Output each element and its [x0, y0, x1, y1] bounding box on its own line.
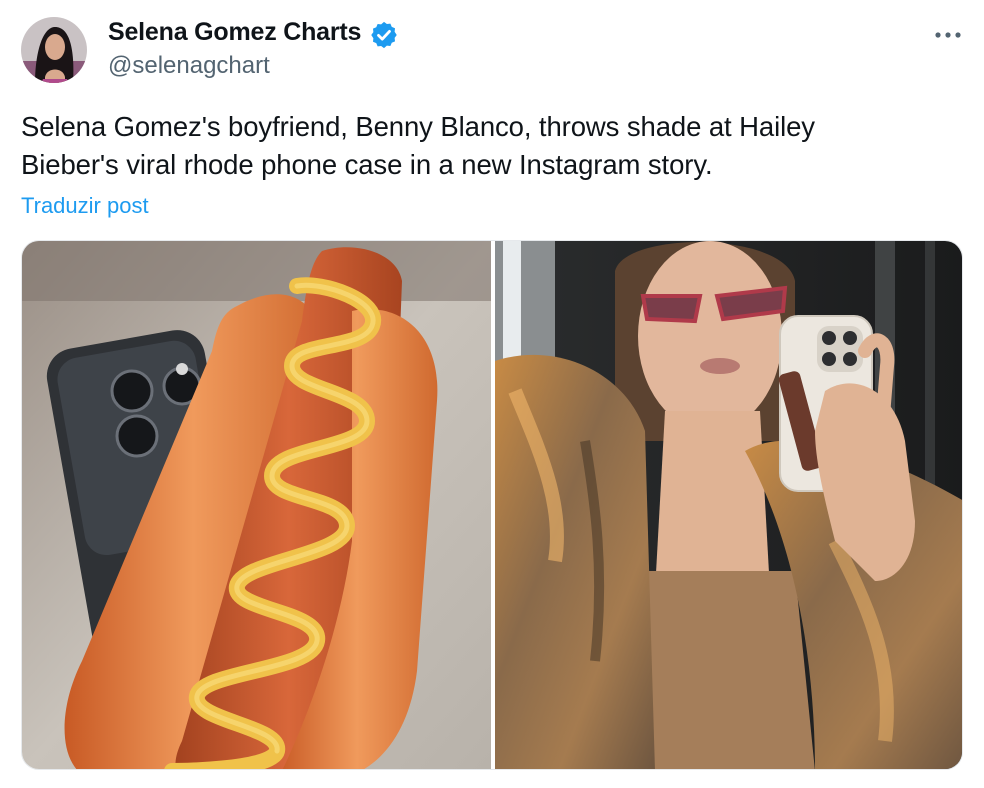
media-photo-hotdog[interactable]	[22, 241, 491, 769]
media-grid	[21, 240, 963, 770]
media-photo-selfie[interactable]	[495, 241, 962, 769]
more-options-icon[interactable]	[932, 26, 964, 44]
author-handle[interactable]: @selenagchart	[108, 52, 270, 80]
tweet: Selena Gomez Charts @selenagchart Selena…	[0, 0, 984, 788]
author-name[interactable]: Selena Gomez Charts	[108, 18, 361, 47]
tweet-text-line: Selena Gomez's boyfriend, Benny Blanco, …	[21, 111, 815, 142]
avatar-image	[21, 17, 87, 83]
tweet-text: Selena Gomez's boyfriend, Benny Blanco, …	[21, 108, 921, 184]
translate-post-link[interactable]: Traduzir post	[21, 193, 149, 219]
tweet-text-line: Bieber's viral rhode phone case in a new…	[21, 149, 713, 180]
verified-badge-icon	[369, 20, 399, 50]
author-avatar[interactable]	[21, 17, 87, 83]
